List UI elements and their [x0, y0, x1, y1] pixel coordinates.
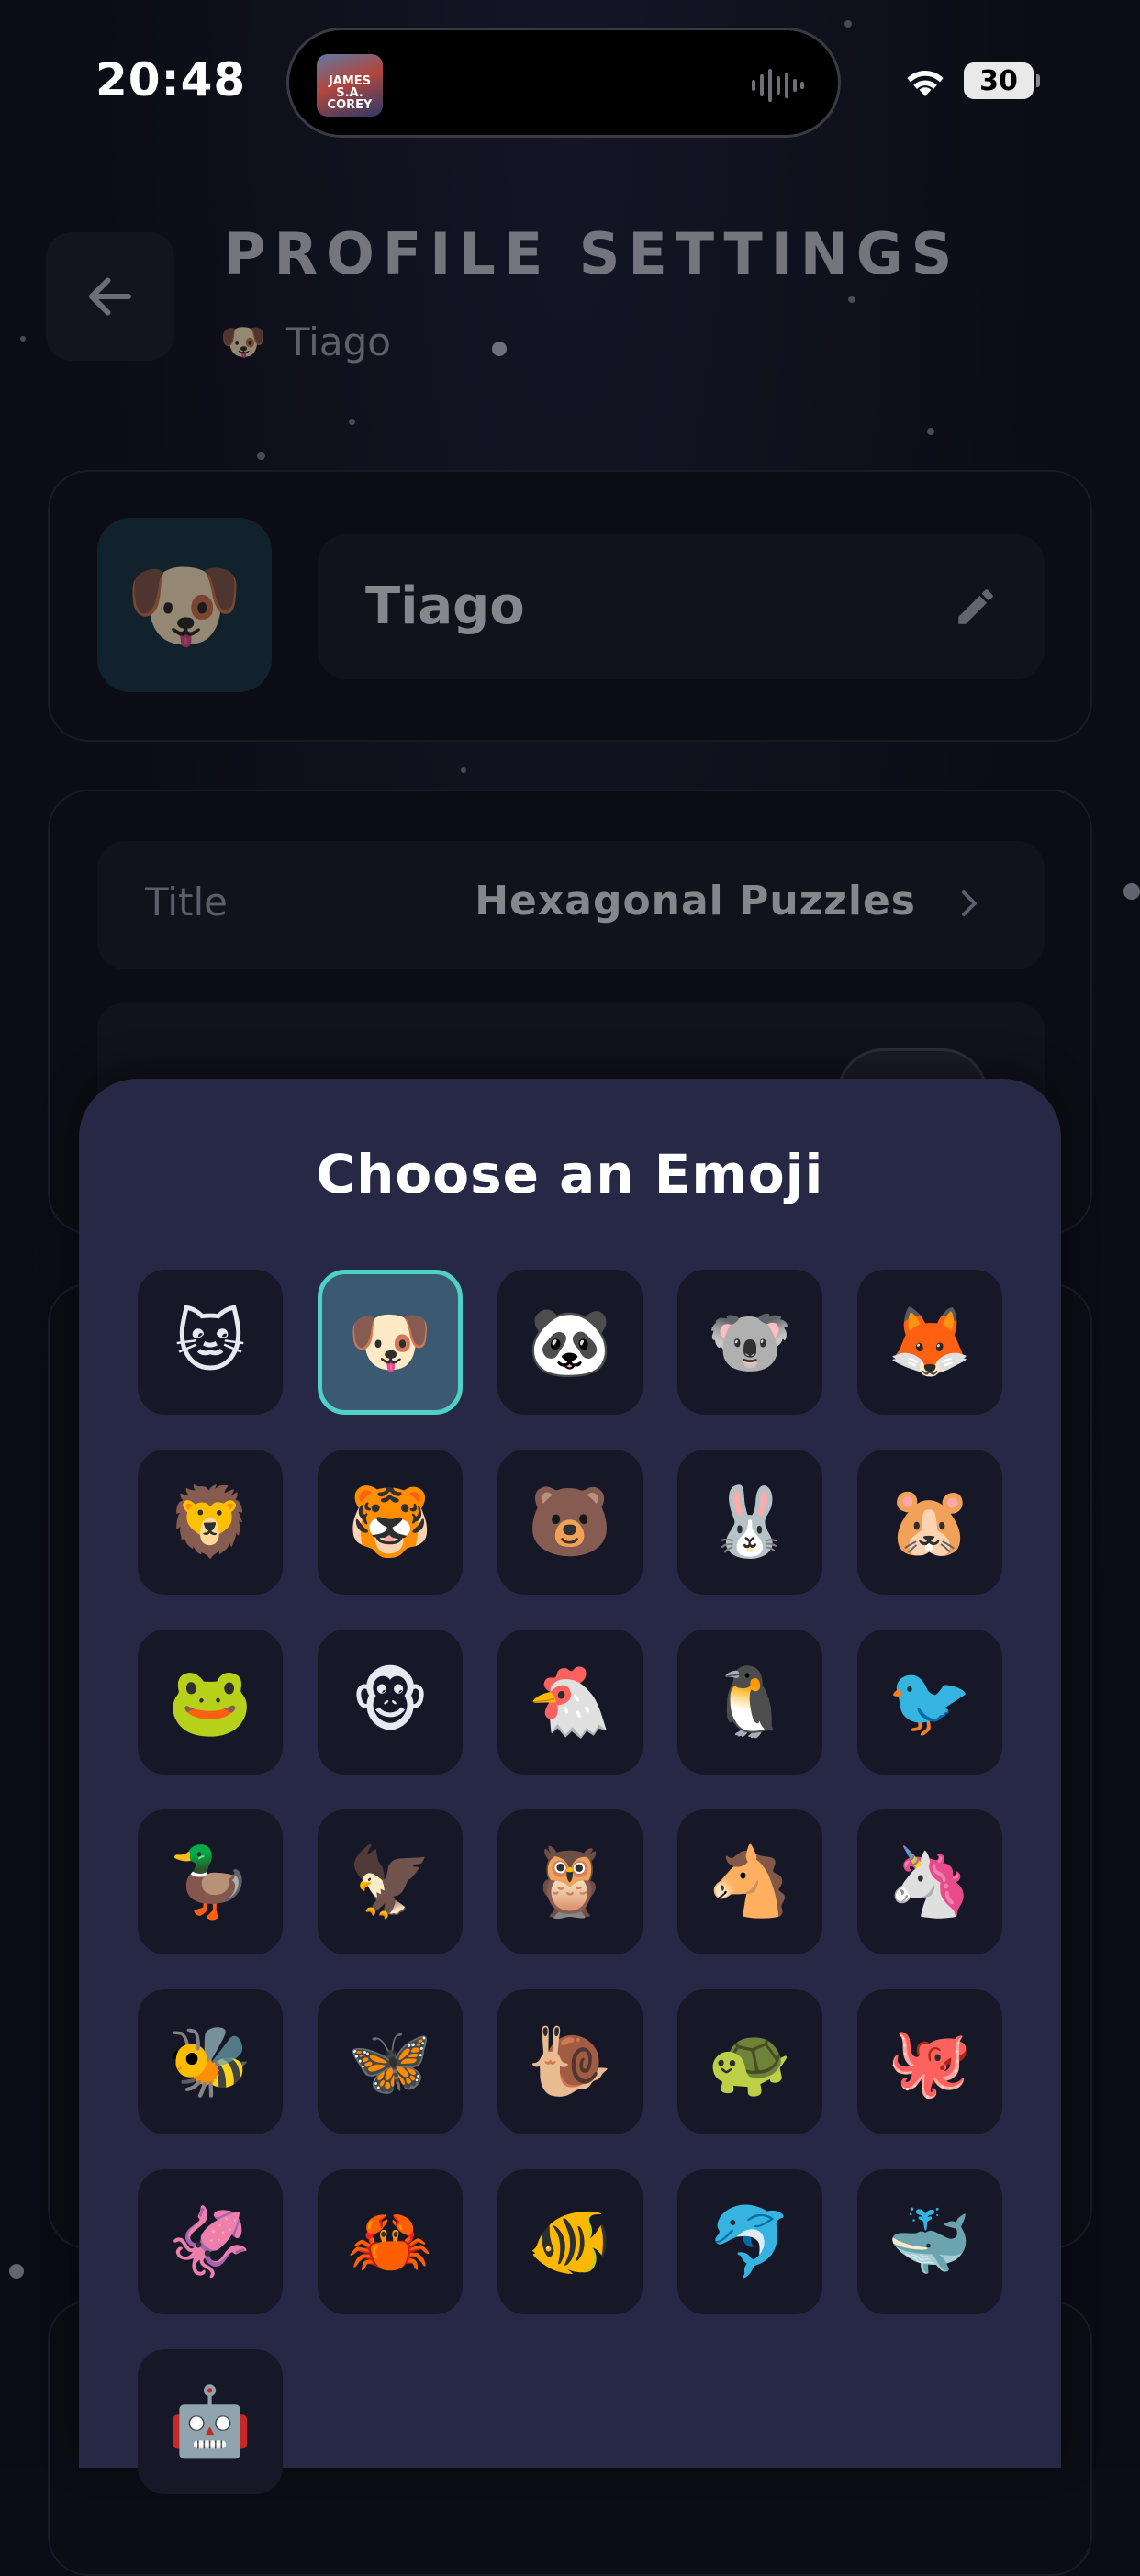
pencil-icon[interactable] [953, 584, 999, 630]
emoji-option[interactable]: 🐙 [857, 1989, 1002, 2134]
audio-waveform-icon [752, 69, 804, 102]
emoji-option[interactable]: 🐹 [857, 1450, 1002, 1595]
emoji-option[interactable]: 🦑 [138, 2169, 283, 2314]
background-star [844, 20, 852, 28]
emoji-grid: 🐱 🐶 🐼 🐨 🦊 🦁 🐯 🐻 🐰 🐹 🐸 🐵 🐔 🐧 🐦 🦆 🦅 🦉 🐴 🦄 🐝 🦋 🐌 🐢 🐙 🦑 🦀 🐠 🐬 🐳 🤖 [138, 1270, 1002, 2494]
background-star [848, 296, 855, 303]
status-indicators: 30 [903, 62, 1040, 99]
title-value: Hexagonal Puzzles [475, 878, 916, 924]
page-title: PROFILE SETTINGS [224, 220, 961, 287]
emoji-option[interactable]: 🐝 [138, 1989, 283, 2134]
emoji-option[interactable]: 🦀 [318, 2169, 463, 2314]
emoji-option[interactable]: 🐶 [318, 1270, 463, 1415]
emoji-option[interactable]: 🐰 [677, 1450, 822, 1595]
avatar-button[interactable]: 🐶 [97, 518, 272, 692]
background-star [9, 2264, 24, 2279]
back-button[interactable] [46, 232, 174, 361]
chevron-right-icon [962, 890, 977, 916]
name-value: Tiago [365, 577, 525, 636]
now-playing-artwork: JAMES S.A. COREY [317, 54, 383, 117]
emoji-option[interactable]: 🐯 [318, 1450, 463, 1595]
emoji-option[interactable]: 🦊 [857, 1270, 1002, 1415]
emoji-picker-sheet: Choose an Emoji 🐱 🐶 🐼 🐨 🦊 🦁 🐯 🐻 🐰 🐹 🐸 🐵 🐔 🐧 🐦 🦆 🦅 🦉 🐴 🦄 🐝 🦋 🐌 🐢… [79, 1079, 1061, 2494]
emoji-option[interactable]: 🐢 [677, 1989, 822, 2134]
wifi-icon [907, 71, 944, 96]
emoji-option[interactable]: 🐼 [497, 1270, 643, 1415]
title-row[interactable]: Title Hexagonal Puzzles [97, 841, 1045, 969]
emoji-option[interactable]: 🐵 [318, 1630, 463, 1775]
emoji-option[interactable]: 🐔 [497, 1630, 643, 1775]
emoji-option[interactable]: 🐦 [857, 1630, 1002, 1775]
battery-indicator: 30 [964, 62, 1040, 99]
emoji-option[interactable]: 🐻 [497, 1450, 643, 1595]
emoji-option[interactable]: 🐠 [497, 2169, 643, 2314]
emoji-option[interactable]: 🦆 [138, 1809, 283, 1954]
background-star [20, 336, 26, 342]
user-avatar-emoji: 🐶 [220, 321, 266, 364]
emoji-option[interactable]: 🐸 [138, 1630, 283, 1775]
page-subtitle: 🐶 Tiago [220, 319, 391, 364]
emoji-option[interactable]: 🦉 [497, 1809, 643, 1954]
emoji-option[interactable]: 🦁 [138, 1450, 283, 1595]
emoji-picker-title: Choose an Emoji [316, 1143, 824, 1205]
emoji-option[interactable]: 🐴 [677, 1809, 822, 1954]
arrow-left-icon [89, 277, 131, 316]
artwork-text: JAMES S.A. COREY [327, 74, 373, 112]
title-label: Title [145, 879, 229, 924]
background-star [257, 452, 265, 460]
background-star [927, 428, 934, 435]
emoji-option[interactable]: 🐬 [677, 2169, 822, 2314]
status-time: 20:48 [95, 53, 247, 106]
background-star [1123, 883, 1140, 900]
name-field[interactable]: Tiago [318, 534, 1045, 679]
background-star [349, 419, 355, 425]
background-star [461, 767, 466, 773]
emoji-option[interactable]: 🦋 [318, 1989, 463, 2134]
emoji-option[interactable]: 🐨 [677, 1270, 822, 1415]
background-star [492, 342, 507, 356]
user-name-label: Tiago [285, 319, 391, 364]
dynamic-island[interactable]: JAMES S.A. COREY [286, 28, 841, 138]
emoji-option[interactable]: 🦄 [857, 1809, 1002, 1954]
emoji-option[interactable]: 🤖 [138, 2349, 283, 2494]
emoji-option[interactable]: 🐧 [677, 1630, 822, 1775]
emoji-option[interactable]: 🦅 [318, 1809, 463, 1954]
profile-card: 🐶 Tiago [48, 470, 1092, 742]
emoji-option[interactable]: 🐱 [138, 1270, 283, 1415]
emoji-option[interactable]: 🐌 [497, 1989, 643, 2134]
emoji-option[interactable]: 🐳 [857, 2169, 1002, 2314]
